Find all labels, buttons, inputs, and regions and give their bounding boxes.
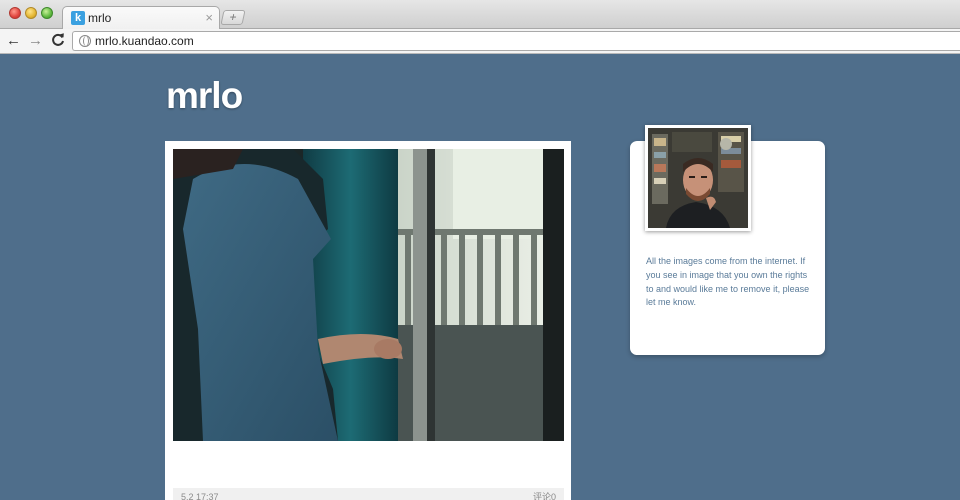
tab-title: mrlo: [88, 11, 112, 25]
post-date[interactable]: 5.2 17:37: [181, 490, 219, 500]
favicon-icon: k: [71, 11, 85, 25]
avatar: [648, 128, 748, 228]
back-arrow-icon[interactable]: ←: [6, 32, 21, 50]
post-meta-bar: 5.2 17:37 评论0: [173, 488, 564, 500]
browser-tab[interactable]: k mrlo ×: [62, 6, 220, 30]
avatar-frame[interactable]: [645, 125, 751, 231]
reload-icon[interactable]: [51, 32, 65, 53]
tab-close-icon[interactable]: ×: [205, 10, 213, 25]
reload-arrow-graphic: [52, 33, 64, 46]
address-bar[interactable]: mrlo.kuandao.com: [72, 31, 960, 51]
post-card: 5.2 17:37 评论0: [165, 141, 571, 500]
browser-tab-bar: k mrlo × +: [0, 0, 960, 30]
globe-icon: [79, 35, 91, 47]
blog-title[interactable]: mrlo: [166, 74, 243, 118]
url-text[interactable]: mrlo.kuandao.com: [95, 34, 194, 48]
plus-icon: +: [228, 10, 239, 24]
close-window-icon[interactable]: [9, 7, 21, 19]
browser-toolbar: ← → mrlo.kuandao.com: [0, 29, 960, 54]
comments-link[interactable]: 评论0: [533, 490, 556, 500]
post-photo-image: [173, 149, 564, 441]
post-photo[interactable]: [173, 149, 564, 441]
forward-arrow-icon[interactable]: →: [28, 32, 43, 50]
sidebar-description: All the images come from the internet. I…: [646, 256, 810, 308]
zoom-window-icon[interactable]: [41, 7, 53, 19]
minimize-window-icon[interactable]: [25, 7, 37, 19]
new-tab-button[interactable]: +: [220, 10, 246, 25]
